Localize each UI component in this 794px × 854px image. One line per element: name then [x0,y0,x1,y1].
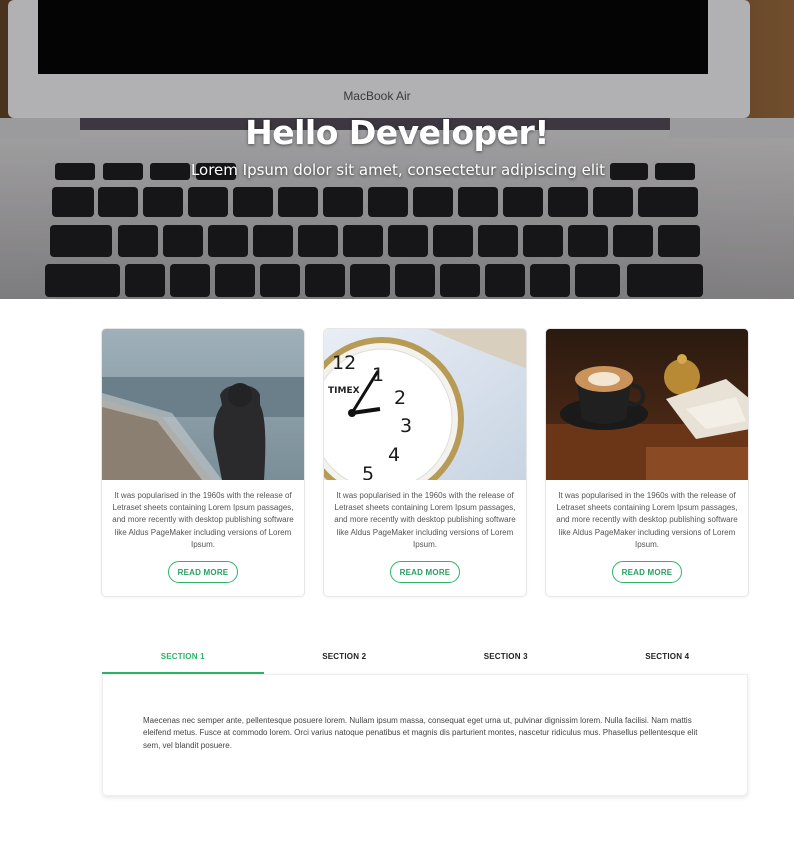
tab-section-3[interactable]: SECTION 3 [425,645,587,674]
read-more-button[interactable]: READ MORE [612,561,682,583]
card-1: It was popularised in the 1960s with the… [101,328,305,597]
person-on-beach-image [102,329,304,480]
card-2: 12 1 2 3 4 5 TIMEX It was popularised in… [323,328,527,597]
card-3: It was popularised in the 1960s with the… [545,328,749,597]
card-description: It was popularised in the 1960s with the… [556,491,738,549]
tab-panel-text: Maecenas nec semper ante, pellentesque p… [143,716,698,750]
svg-text:3: 3 [400,415,412,437]
svg-text:TIMEX: TIMEX [328,386,360,396]
hero-subtitle: Lorem Ipsum dolor sit amet, consectetur … [190,161,606,179]
read-more-button[interactable]: READ MORE [168,561,238,583]
svg-text:4: 4 [388,444,400,466]
hero-title: Hello Developer! [245,113,549,152]
tab-section-1[interactable]: SECTION 1 [102,645,264,674]
svg-text:2: 2 [394,387,406,409]
svg-text:12: 12 [332,352,356,374]
section-tabs: SECTION 1 SECTION 2 SECTION 3 SECTION 4 [102,645,748,674]
svg-text:5: 5 [362,463,374,480]
card-description: It was popularised in the 1960s with the… [112,491,294,549]
alarm-clock-image: 12 1 2 3 4 5 TIMEX [324,329,526,480]
read-more-button[interactable]: READ MORE [390,561,460,583]
tab-section-2[interactable]: SECTION 2 [264,645,426,674]
tab-panel: Maecenas nec semper ante, pellentesque p… [102,674,748,796]
device-brand-label: MacBook Air [343,89,411,103]
hero-banner: MacBook Air Hello Developer! Lorem Ipsum… [0,0,794,299]
coffee-cup-image [546,329,748,480]
tab-section-4[interactable]: SECTION 4 [587,645,749,674]
card-description: It was popularised in the 1960s with the… [334,491,516,549]
